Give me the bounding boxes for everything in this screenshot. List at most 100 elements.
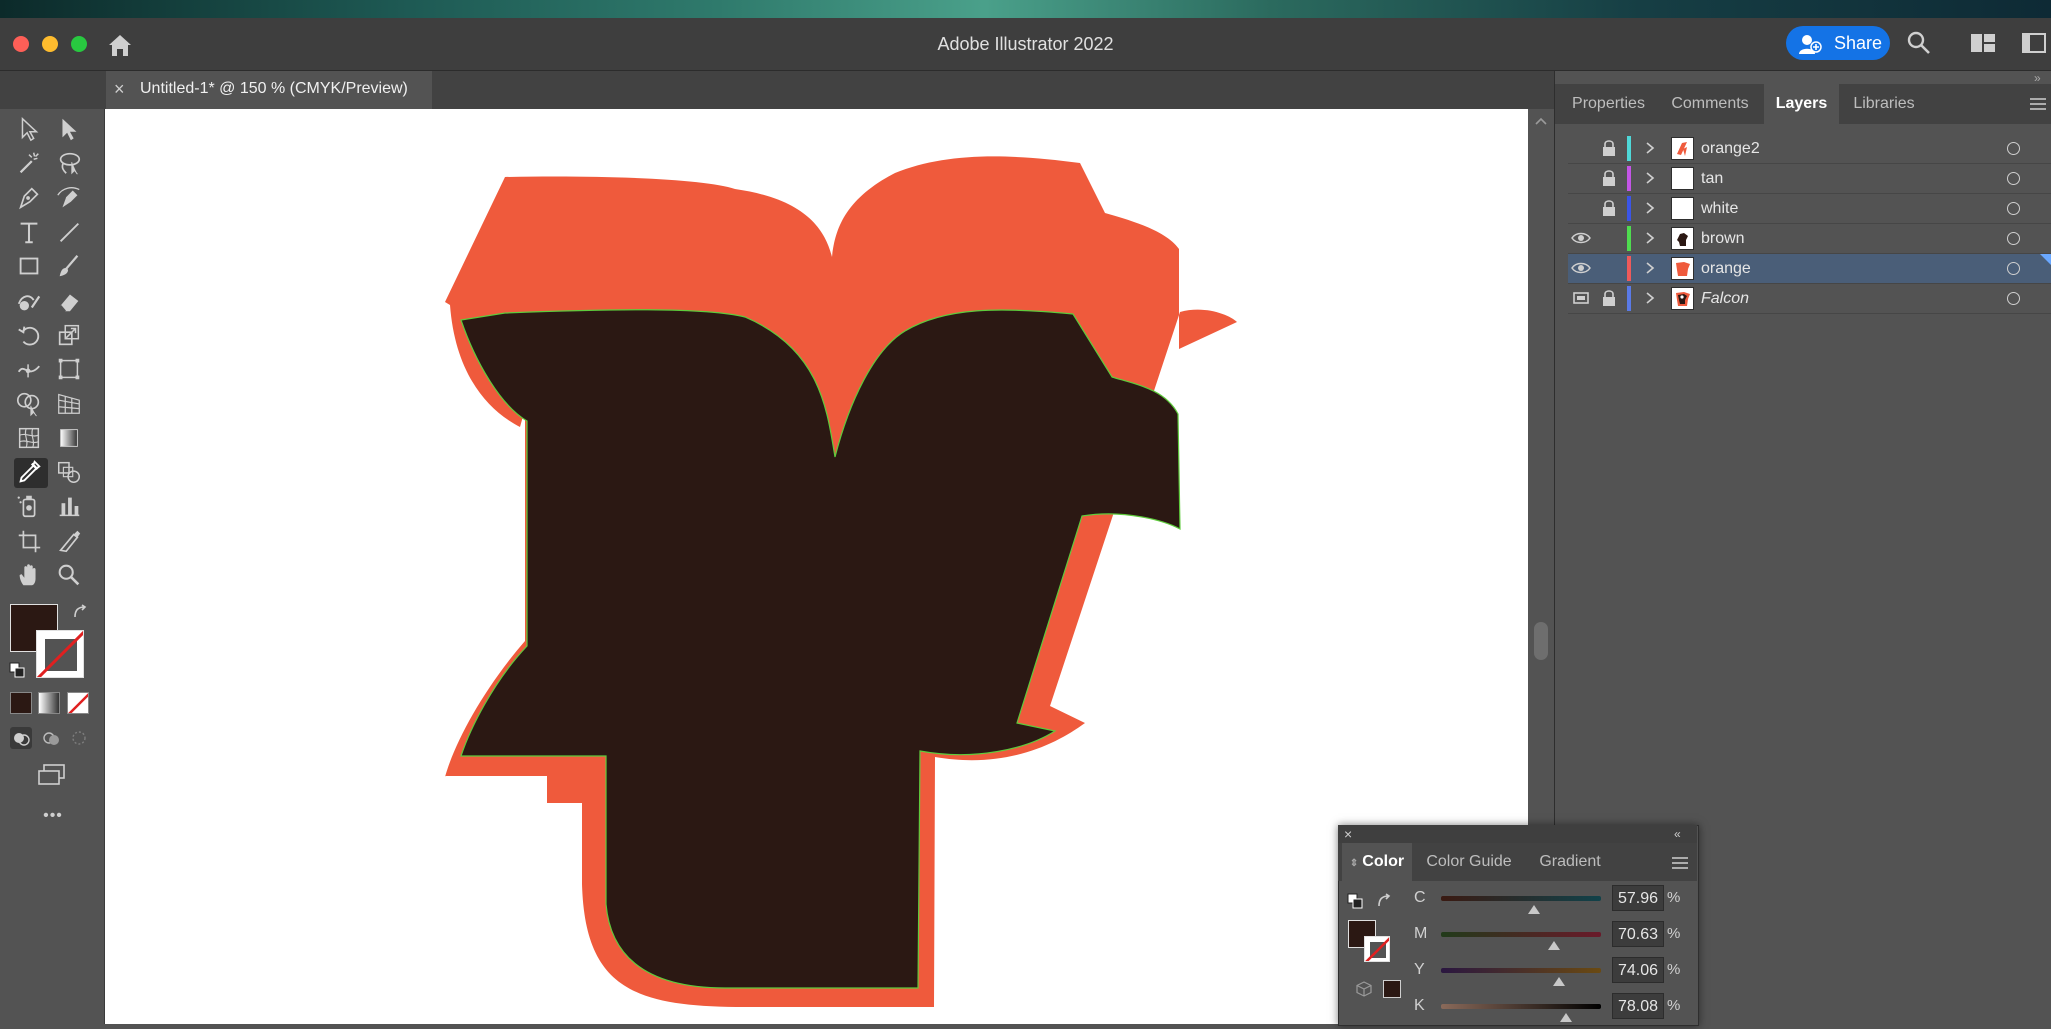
layer-row-orange2[interactable]: orange2 [1568, 134, 2051, 164]
curvature-tool[interactable] [54, 184, 88, 214]
slider-track-y[interactable] [1441, 968, 1601, 973]
none-mode-button[interactable] [67, 692, 89, 714]
draw-inside-icon[interactable] [68, 727, 90, 749]
artwork[interactable] [105, 109, 1528, 1024]
color-panel-header[interactable] [1338, 825, 1697, 843]
stroke-none-swatch[interactable] [36, 630, 84, 678]
collapse-color-panel-icon[interactable]: « [1674, 828, 1690, 840]
layer-row-white[interactable]: white [1568, 194, 2051, 224]
layer-row-tan[interactable]: tan [1568, 164, 2051, 194]
tab-libraries[interactable]: Libraries [1840, 84, 1928, 124]
tab-comments[interactable]: Comments [1660, 84, 1760, 124]
slider-knob-c[interactable] [1527, 905, 1540, 914]
slider-track-m[interactable] [1441, 932, 1601, 937]
expand-chevron-icon[interactable] [1642, 288, 1658, 308]
out-of-gamut-cube-icon[interactable] [1355, 980, 1373, 998]
eraser-tool[interactable] [54, 287, 88, 317]
layer-target-circle[interactable] [2007, 202, 2020, 215]
visibility-eye-icon[interactable] [1570, 258, 1592, 278]
cp-stroke-swatch[interactable] [1364, 936, 1390, 962]
gradient-tool[interactable] [54, 424, 88, 454]
slider-track-c[interactable] [1441, 896, 1601, 901]
eyedropper-tool[interactable] [14, 458, 48, 488]
free-transform-tool[interactable] [54, 355, 88, 385]
mesh-tool[interactable] [14, 424, 48, 454]
slider-knob-k[interactable] [1559, 1013, 1572, 1022]
search-icon[interactable] [1906, 30, 1932, 56]
direct-selection-tool[interactable] [54, 115, 88, 145]
layer-row-falcon[interactable]: Falcon [1568, 284, 2051, 314]
lock-icon[interactable] [1600, 138, 1618, 158]
slice-tool[interactable] [54, 527, 88, 557]
symbol-sprayer-tool[interactable] [14, 492, 48, 522]
shaper-tool[interactable] [14, 287, 48, 317]
tab-layers[interactable]: Layers [1764, 84, 1839, 124]
visibility-empty-slot[interactable] [1570, 198, 1592, 218]
scroll-up-icon[interactable] [1533, 114, 1549, 128]
slider-knob-y[interactable] [1553, 977, 1566, 986]
color-mode-button[interactable] [10, 692, 32, 714]
slider-track-k[interactable] [1441, 1004, 1601, 1009]
screen-mode-icon[interactable] [36, 763, 68, 787]
color-panel-menu-icon[interactable] [1671, 856, 1689, 870]
magic-wand-tool[interactable] [14, 149, 48, 179]
selection-tool[interactable] [14, 115, 48, 145]
pen-tool[interactable] [14, 184, 48, 214]
lasso-tool[interactable] [54, 149, 88, 179]
draw-behind-icon[interactable] [40, 727, 62, 749]
perspective-grid-tool[interactable] [54, 389, 88, 419]
workspace-switcher-icon[interactable] [1970, 33, 1996, 53]
value-field-m[interactable]: 70.63 [1612, 921, 1664, 947]
layer-target-circle[interactable] [2007, 142, 2020, 155]
slider-knob-m[interactable] [1548, 941, 1560, 950]
layer-target-circle[interactable] [2007, 172, 2020, 185]
lock-icon[interactable] [1600, 168, 1618, 188]
panel-menu-icon[interactable] [2028, 96, 2048, 112]
column-graph-tool[interactable] [54, 492, 88, 522]
visibility-eye-icon[interactable] [1570, 288, 1592, 308]
blend-tool[interactable] [54, 458, 88, 488]
type-tool[interactable] [14, 218, 48, 248]
tab-properties[interactable]: Properties [1561, 84, 1656, 124]
width-tool[interactable] [14, 355, 48, 385]
default-fill-stroke-icon[interactable] [9, 662, 25, 678]
value-field-k[interactable]: 78.08 [1612, 993, 1664, 1019]
draw-normal-icon[interactable] [10, 727, 32, 749]
closest-color-swatch[interactable] [1383, 980, 1401, 998]
paintbrush-tool[interactable] [54, 252, 88, 282]
rotate-tool[interactable] [14, 321, 48, 351]
collapse-dock-icon[interactable]: » [2034, 72, 2050, 84]
lock-icon[interactable] [1600, 288, 1618, 308]
shape-builder-tool[interactable] [14, 389, 48, 419]
close-document-icon[interactable]: × [114, 78, 132, 100]
layer-row-brown[interactable]: brown [1568, 224, 2051, 254]
lock-empty-slot[interactable] [1600, 228, 1618, 248]
layer-target-circle[interactable] [2007, 232, 2020, 245]
expand-chevron-icon[interactable] [1642, 168, 1658, 188]
visibility-empty-slot[interactable] [1570, 168, 1592, 188]
share-button[interactable]: Share [1786, 26, 1890, 60]
line-segment-tool[interactable] [54, 218, 88, 248]
expand-chevron-icon[interactable] [1642, 228, 1658, 248]
scrollbar-thumb[interactable] [1534, 622, 1548, 660]
scale-tool[interactable] [54, 321, 88, 351]
rectangle-tool[interactable] [14, 252, 48, 282]
layer-target-circle[interactable] [2007, 292, 2020, 305]
edit-toolbar-button[interactable]: ••• [38, 808, 68, 824]
tab-color-guide[interactable]: Color Guide [1416, 843, 1522, 881]
tab-color[interactable]: ⇕ Color [1342, 843, 1412, 881]
visibility-empty-slot[interactable] [1570, 138, 1592, 158]
gradient-mode-button[interactable] [38, 692, 60, 714]
cp-default-colors-icon[interactable] [1347, 893, 1363, 909]
panel-toggle-icon[interactable] [2022, 33, 2046, 53]
tab-gradient[interactable]: Gradient [1526, 843, 1614, 881]
value-field-y[interactable]: 74.06 [1612, 957, 1664, 983]
zoom-tool[interactable] [54, 561, 88, 591]
expand-chevron-icon[interactable] [1642, 198, 1658, 218]
lock-icon[interactable] [1600, 198, 1618, 218]
close-color-panel-icon[interactable]: × [1344, 827, 1358, 841]
cp-swap-colors-icon[interactable] [1376, 893, 1392, 909]
expand-chevron-icon[interactable] [1642, 138, 1658, 158]
swap-fill-stroke-icon[interactable] [72, 604, 88, 620]
visibility-eye-icon[interactable] [1570, 228, 1592, 248]
